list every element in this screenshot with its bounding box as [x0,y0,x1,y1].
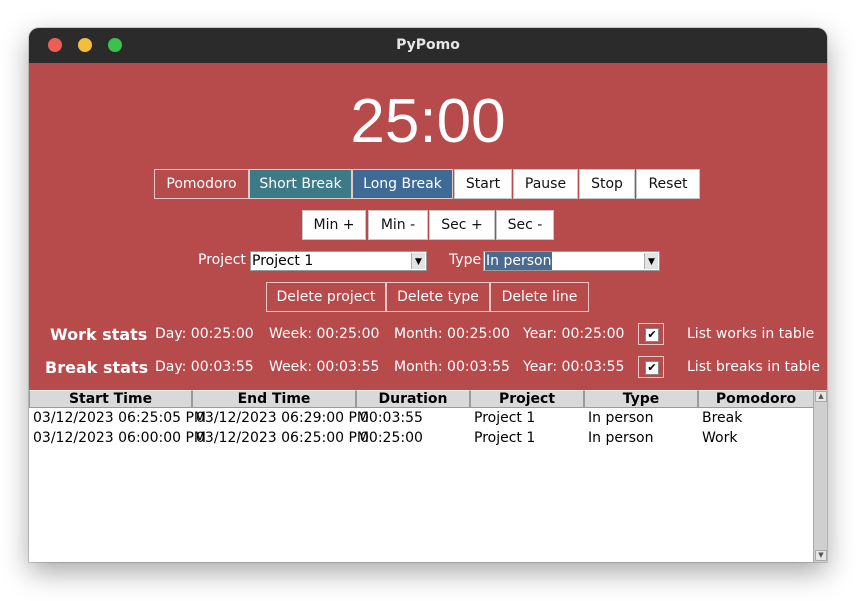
table-cell: Project 1 [474,430,536,446]
project-label: Project [198,252,246,268]
table-cell: In person [588,410,654,426]
work-stats-day: Day: 00:25:00 [155,326,254,342]
table-cell: 03/12/2023 06:29:00 PM [196,410,369,426]
list-breaks-checkbox[interactable]: ✔ [638,356,664,378]
break-stats-label: Break stats [45,358,149,377]
type-label: Type [449,252,482,268]
table-header: Start Time End Time Duration Project Typ… [29,390,814,408]
pomodoro-button[interactable]: Pomodoro [154,169,249,199]
list-works-checkbox[interactable]: ✔ [638,323,664,345]
sec-minus-button[interactable]: Sec - [496,210,554,240]
work-stats-month: Month: 00:25:00 [394,326,510,342]
list-works-label: List works in table [687,326,815,342]
work-stats-year: Year: 00:25:00 [523,326,625,342]
arrow-up-icon[interactable]: ▲ [815,391,827,402]
break-stats-week: Week: 00:03:55 [269,359,380,375]
break-stats-month: Month: 00:03:55 [394,359,510,375]
column-header[interactable]: Pomodoro [698,390,814,408]
project-select-value: Project 1 [252,253,314,269]
sessions-table[interactable]: Start Time End Time Duration Project Typ… [29,390,827,562]
type-select-value: In person [485,252,553,270]
window-title: PyPomo [396,37,460,53]
delete-type-button[interactable]: Delete type [386,282,490,312]
break-stats-year: Year: 00:03:55 [523,359,625,375]
table-cell: 03/12/2023 06:00:00 PM [33,430,206,446]
table-cell: Break [702,410,743,426]
table-cell: 00:03:55 [360,410,423,426]
list-breaks-label: List breaks in table [687,359,820,375]
project-select[interactable]: Project 1 ▼ [250,251,427,271]
min-plus-button[interactable]: Min + [302,210,366,240]
type-select[interactable]: In person ▼ [483,251,660,271]
work-stats-week: Week: 00:25:00 [269,326,380,342]
delete-project-button[interactable]: Delete project [266,282,386,312]
short-break-button[interactable]: Short Break [249,169,352,199]
min-minus-button[interactable]: Min - [368,210,428,240]
column-header[interactable]: Project [470,390,584,408]
table-cell: 03/12/2023 06:25:05 PM [33,410,206,426]
start-button[interactable]: Start [454,169,512,199]
table-row[interactable]: 03/12/2023 06:25:05 PM 03/12/2023 06:29:… [29,408,814,428]
checkmark-icon: ✔ [645,328,659,342]
checkmark-icon: ✔ [645,361,659,375]
column-header[interactable]: Start Time [29,390,192,408]
column-header[interactable]: Type [584,390,698,408]
title-bar: PyPomo [29,28,827,63]
table-row[interactable]: 03/12/2023 06:00:00 PM 03/12/2023 06:25:… [29,428,814,448]
vertical-scrollbar[interactable]: ▲ ▼ [813,390,827,562]
pause-button[interactable]: Pause [513,169,578,199]
work-stats-label: Work stats [50,325,148,344]
break-stats-day: Day: 00:03:55 [155,359,254,375]
table-cell: 00:25:00 [360,430,423,446]
table-cell: Project 1 [474,410,536,426]
table-cell: Work [702,430,738,446]
timer-display: 25:00 [350,87,506,156]
stop-button[interactable]: Stop [579,169,635,199]
app-window: PyPomo 25:00 Pomodoro Short Break Long B… [29,28,827,562]
delete-line-button[interactable]: Delete line [490,282,589,312]
table-cell: In person [588,430,654,446]
column-header[interactable]: End Time [192,390,356,408]
sec-plus-button[interactable]: Sec + [429,210,495,240]
arrow-down-icon[interactable]: ▼ [815,550,827,561]
table-cell: 03/12/2023 06:25:00 PM [196,430,369,446]
chevron-down-icon[interactable]: ▼ [411,253,425,269]
chevron-down-icon[interactable]: ▼ [644,253,658,269]
reset-button[interactable]: Reset [636,169,700,199]
column-header[interactable]: Duration [356,390,470,408]
long-break-button[interactable]: Long Break [352,169,453,199]
